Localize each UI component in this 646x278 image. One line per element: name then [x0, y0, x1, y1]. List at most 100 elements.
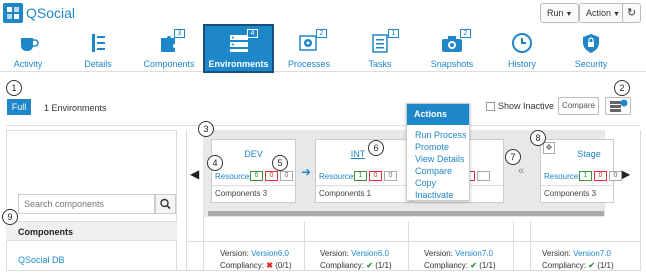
app-logo-icon — [3, 3, 23, 23]
tab-tasks[interactable]: 1 Tasks — [352, 26, 408, 71]
divider — [316, 185, 410, 186]
callout-marker: 1 — [6, 80, 22, 96]
menu-item-run-process[interactable]: Run Process — [415, 130, 467, 140]
compliancy-cell: Compliancy: ✔ (1/1) — [424, 261, 496, 270]
resource-unknown-count: 0 — [280, 171, 293, 181]
environment-card-int[interactable]: INT Resources 1 0 0 Components 1 — [315, 139, 411, 203]
tab-label: Snapshots — [430, 59, 474, 69]
resources-link[interactable]: Resources — [319, 172, 357, 181]
tab-label: Processes — [287, 59, 331, 69]
divider — [6, 125, 640, 126]
version-label: Version: — [220, 249, 249, 258]
resource-offline-count: 0 — [265, 171, 278, 181]
environment-card-dev[interactable]: DEV Resources 6 0 0 Components 3 — [211, 139, 296, 203]
compliancy-cell: Compliancy: ✔ (1/1) — [542, 261, 614, 270]
tab-label: Details — [84, 59, 112, 69]
app-title: QSocial — [26, 5, 76, 21]
tab-snapshots[interactable]: 2 Snapshots — [420, 26, 484, 71]
full-view-button[interactable]: Full — [7, 99, 31, 115]
action-label: Action — [586, 8, 612, 18]
tab-label: Environments — [208, 59, 269, 69]
divider — [186, 130, 187, 271]
components-count: Components 1 — [319, 189, 372, 198]
tab-components[interactable]: 3 Components — [140, 26, 198, 71]
resource-online-count: 1 — [354, 171, 367, 181]
divider — [530, 221, 531, 271]
menu-item-copy[interactable]: Copy — [415, 178, 436, 188]
resource-offline-count: 0 — [594, 171, 607, 181]
divider — [541, 185, 613, 186]
callout-marker: 7 — [505, 149, 521, 165]
version-label: Version: — [320, 249, 349, 258]
show-inactive-checkbox[interactable] — [486, 102, 495, 111]
collapse-double-chevron-icon[interactable]: « — [518, 165, 524, 177]
search-button[interactable] — [155, 194, 176, 214]
menu-item-compare[interactable]: Compare — [415, 166, 452, 176]
tab-security[interactable]: Security — [562, 26, 620, 71]
count-badge: 2 — [316, 29, 327, 38]
server-settings-icon — [610, 99, 628, 112]
check-icon: ✔ — [588, 261, 595, 270]
search-input[interactable] — [18, 194, 155, 214]
environment-name[interactable]: INT — [316, 149, 400, 159]
callout-marker: 8 — [530, 130, 546, 146]
count-badge: 3 — [174, 29, 185, 38]
cup-icon — [21, 38, 39, 51]
divider — [408, 221, 409, 271]
tab-environments[interactable]: 4 Environments — [203, 24, 274, 73]
tab-bar: Activity Details 3 Components 4 Environm… — [0, 24, 646, 73]
count-badge: 2 — [460, 29, 471, 38]
tab-label: Tasks — [368, 59, 392, 69]
version-cell: Version: Version7.0 — [542, 249, 611, 258]
tab-label: Activity — [13, 59, 43, 69]
menu-item-view-details[interactable]: View Details — [415, 154, 464, 164]
horizontal-scrollbar[interactable] — [208, 211, 604, 216]
compliancy-label: Compliancy: — [424, 261, 469, 270]
version-link[interactable]: Version6.0 — [351, 249, 389, 258]
lock-icon — [583, 34, 599, 53]
version-cell: Version: Version6.0 — [220, 249, 289, 258]
environment-card-stage[interactable]: ✥ Stage Resources 1 0 0 Components 3 — [540, 139, 622, 203]
resources-link[interactable]: Resources — [215, 172, 253, 181]
compliancy-label: Compliancy: — [220, 261, 265, 270]
action-button[interactable]: Action ▼ — [579, 3, 627, 23]
environment-count: 1 Environments — [44, 103, 107, 113]
tab-details[interactable]: Details — [70, 26, 126, 71]
resource-unknown-count: 0 — [384, 171, 397, 181]
refresh-button[interactable]: ↻ — [622, 3, 642, 23]
drag-handle-icon[interactable]: ✥ — [543, 142, 555, 154]
version-link[interactable]: Version6.0 — [251, 249, 289, 258]
search-icon — [160, 198, 171, 210]
compliancy-label: Compliancy: — [320, 261, 365, 270]
compliancy-count: (0/1) — [275, 261, 292, 270]
version-link[interactable]: Version7.0 — [455, 249, 493, 258]
count-badge: 4 — [247, 29, 258, 38]
divider — [6, 270, 640, 271]
environment-settings-button[interactable] — [605, 97, 631, 115]
resources-link[interactable]: Resources — [544, 172, 582, 181]
callout-marker: 4 — [207, 155, 223, 171]
version-link[interactable]: Version7.0 — [573, 249, 611, 258]
callout-marker: 9 — [2, 209, 18, 225]
scroll-right-icon[interactable]: ▶ — [621, 167, 630, 181]
promote-arrow-icon: ➜ — [301, 165, 312, 179]
components-title: Components — [18, 227, 73, 237]
component-link[interactable]: QSocial DB — [18, 255, 65, 265]
compare-button[interactable]: Compare — [558, 97, 599, 115]
menu-item-promote[interactable]: Promote — [415, 142, 449, 152]
divider — [513, 221, 514, 271]
run-button[interactable]: Run ▼ — [540, 3, 580, 23]
environment-name[interactable]: Stage — [565, 149, 613, 159]
check-icon: ✔ — [470, 261, 477, 270]
tab-label: Components — [143, 59, 195, 69]
list-icon — [92, 34, 105, 52]
scroll-left-icon[interactable]: ◀ — [190, 167, 199, 181]
divider — [640, 130, 641, 271]
menu-item-inactivate[interactable]: Inactivate — [415, 190, 454, 200]
tab-history[interactable]: History — [494, 26, 550, 71]
divider — [304, 221, 305, 271]
components-count: Components 3 — [544, 189, 597, 198]
tab-processes[interactable]: 2 Processes — [280, 26, 338, 71]
tab-activity[interactable]: Activity — [0, 26, 56, 71]
tab-label: Security — [574, 59, 608, 69]
